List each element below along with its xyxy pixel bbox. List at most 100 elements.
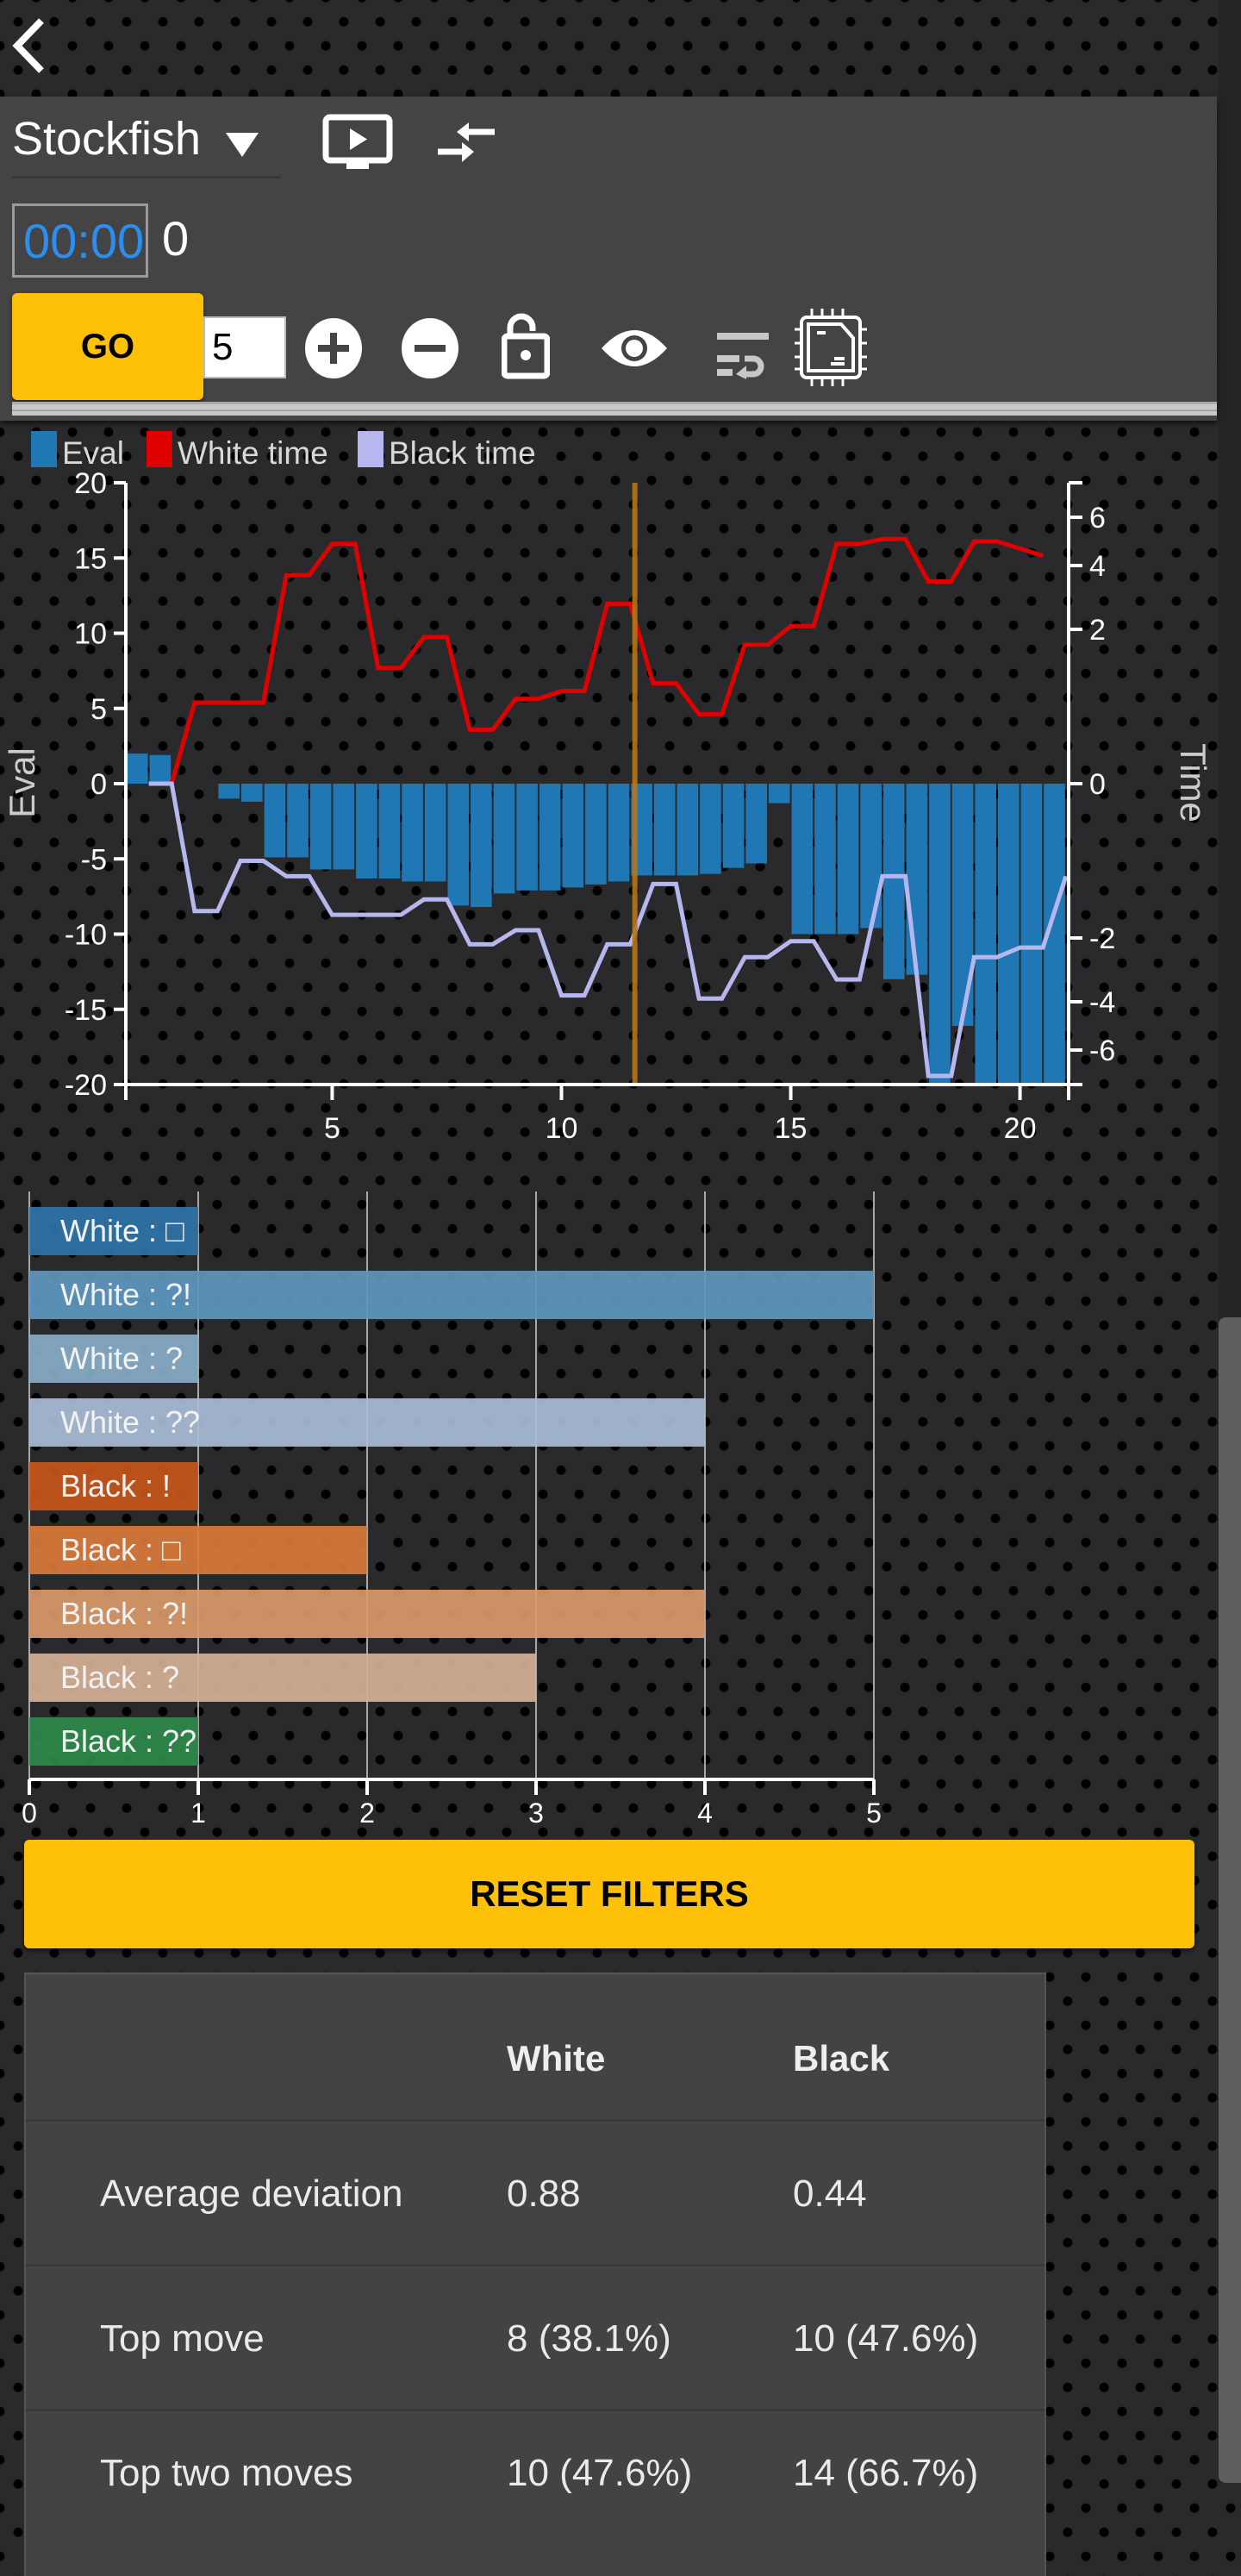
annotation-count-chart: White : □ White : ?! White : ? White : ?? Bl… xyxy=(22,1191,882,1829)
lock-button[interactable] xyxy=(501,312,551,384)
eval-bar xyxy=(241,784,263,802)
eval-bar xyxy=(882,784,905,979)
black-time-line xyxy=(148,781,1069,1079)
y2-tick-label: 6 xyxy=(1089,502,1106,535)
eval-bar xyxy=(264,784,286,858)
eval-bar xyxy=(951,784,974,1026)
row-black-value: 14 (66.7%) xyxy=(793,2452,979,2494)
row-white-value: 0.88 xyxy=(507,2173,581,2215)
eval-bar xyxy=(997,784,1020,1085)
x-tick-label: 1 xyxy=(190,1798,206,1829)
caret-down-icon xyxy=(226,133,259,157)
decrease-depth-button[interactable] xyxy=(402,317,458,384)
y2-axis-title: Time xyxy=(1173,743,1213,822)
eye-icon xyxy=(602,330,667,366)
y-tick-label: 5 xyxy=(90,693,107,726)
y2-tick-label: 4 xyxy=(1089,550,1106,583)
go-button[interactable]: GO xyxy=(12,293,203,400)
chevron-left-icon xyxy=(12,18,44,73)
eval-bar xyxy=(791,784,814,935)
row-label: Average deviation xyxy=(100,2173,403,2215)
row-white-value: 10 (47.6%) xyxy=(507,2452,693,2494)
annotation-bar-label: Black : ? xyxy=(60,1660,179,1695)
reset-filters-button[interactable]: RESET FILTERS xyxy=(24,1840,1194,1948)
legend-label: Black time xyxy=(389,435,536,471)
timer-display: 00:00 xyxy=(12,203,148,278)
show-arrows-button[interactable] xyxy=(600,324,669,377)
plus-circle-icon xyxy=(305,318,362,378)
y2-tick-label: -2 xyxy=(1089,922,1115,955)
engine-settings-button[interactable] xyxy=(795,309,867,391)
y2-tick-label: 0 xyxy=(1089,768,1106,801)
minus-circle-icon xyxy=(402,318,458,378)
eval-time-chart: Eval White time Black time 20151050-5-10-1… xyxy=(2,431,1213,1145)
annotation-bar-label: Black : ! xyxy=(60,1468,171,1504)
legend-swatch xyxy=(358,431,384,467)
eval-bar xyxy=(333,784,355,870)
y-tick-label: -5 xyxy=(81,843,107,876)
eval-bar xyxy=(562,784,584,888)
collapse-button[interactable] xyxy=(436,121,498,170)
eval-bar xyxy=(516,784,538,891)
collapse-arrows-icon xyxy=(438,122,495,162)
wrap-lines-button[interactable] xyxy=(715,326,770,384)
legend-swatch xyxy=(31,431,57,467)
monitor-play-icon xyxy=(322,114,393,169)
x-tick-label: 20 xyxy=(1004,1112,1037,1145)
eval-bar xyxy=(447,784,470,906)
header-black: Black xyxy=(793,2038,890,2079)
back-button[interactable] xyxy=(9,16,52,76)
eval-bar xyxy=(608,784,630,882)
eval-bar xyxy=(149,754,171,784)
stats-table: White Black Average deviation 0.88 0.44 … xyxy=(24,1973,1046,2576)
x-tick-label: 3 xyxy=(528,1798,544,1829)
legend-label: Eval xyxy=(62,435,124,471)
x-tick-label: 5 xyxy=(866,1798,882,1829)
y-tick-label: -15 xyxy=(65,994,107,1027)
engine-name: Stockfish xyxy=(12,113,202,165)
row-label: Top move xyxy=(100,2317,265,2360)
panel-divider xyxy=(12,402,1217,416)
table-row: Top two moves 10 (47.6%) 14 (66.7%) xyxy=(26,2409,1045,2554)
y2-tick-label: 2 xyxy=(1089,614,1106,647)
y-tick-label: -10 xyxy=(65,919,107,952)
eval-bar xyxy=(287,784,309,858)
eval-bar xyxy=(860,784,882,928)
increase-depth-button[interactable] xyxy=(305,317,362,384)
eval-bar xyxy=(493,784,515,894)
annotation-bar-label: White : ?! xyxy=(60,1277,191,1312)
engine-select[interactable]: Stockfish xyxy=(12,103,281,178)
row-label: Top two moves xyxy=(100,2452,353,2494)
annotation-bar-label: Black : □ xyxy=(60,1532,181,1567)
x-tick-label: 0 xyxy=(22,1798,37,1829)
row-black-value: 10 (47.6%) xyxy=(793,2317,979,2360)
nodes-count: 0 xyxy=(162,211,190,266)
legend-swatch xyxy=(147,431,172,467)
table-row: Top move 8 (38.1%) 10 (47.6%) xyxy=(26,2264,1045,2411)
annotation-bar-label: Black : ?! xyxy=(60,1596,188,1631)
eval-bar xyxy=(745,784,767,864)
x-tick-label: 5 xyxy=(324,1112,340,1145)
table-row: Average deviation 0.88 0.44 xyxy=(26,2119,1045,2267)
engine-view-button[interactable] xyxy=(322,114,393,177)
scrollbar-thumb[interactable] xyxy=(1219,1317,1241,2483)
eval-bar xyxy=(653,784,676,876)
chart-legend: Eval White time Black time xyxy=(31,431,536,471)
legend-label: White time xyxy=(178,435,328,471)
cpu-chip-icon xyxy=(795,309,867,386)
eval-bar xyxy=(837,784,859,935)
y-tick-label: -20 xyxy=(65,1069,107,1102)
eval-bar xyxy=(585,784,607,885)
y2-tick-label: -4 xyxy=(1089,986,1115,1019)
y-tick-label: 15 xyxy=(74,542,107,575)
eval-bar xyxy=(906,784,928,975)
annotation-bar-label: White : □ xyxy=(60,1213,184,1248)
y-tick-label: 0 xyxy=(90,768,107,801)
y-axis-title: Eval xyxy=(2,747,42,818)
eval-bar xyxy=(929,784,951,1085)
eval-bar xyxy=(700,784,721,874)
eval-bar xyxy=(356,784,377,878)
depth-input[interactable] xyxy=(203,316,286,378)
eval-bar xyxy=(424,784,446,882)
eval-bar xyxy=(471,784,492,908)
